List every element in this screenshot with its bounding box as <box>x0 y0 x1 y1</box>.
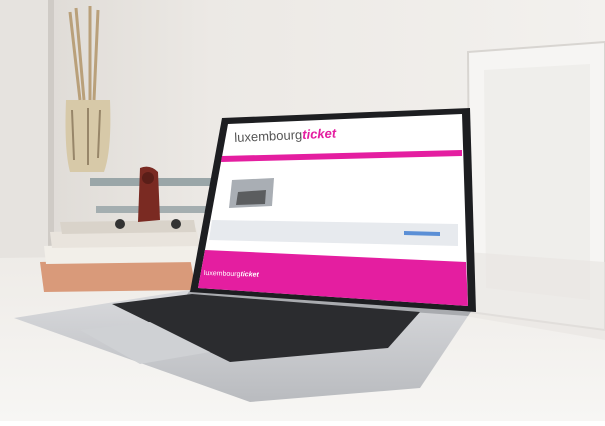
footer-logo-part1: luxembourg <box>203 270 241 279</box>
photo-scene <box>0 0 605 421</box>
footer-logo-part2: ticket <box>240 271 259 279</box>
logo-part2: ticket <box>301 125 337 143</box>
book-stack <box>40 220 200 292</box>
window-frame <box>0 0 52 300</box>
logo-part1: luxembourg <box>234 127 303 145</box>
